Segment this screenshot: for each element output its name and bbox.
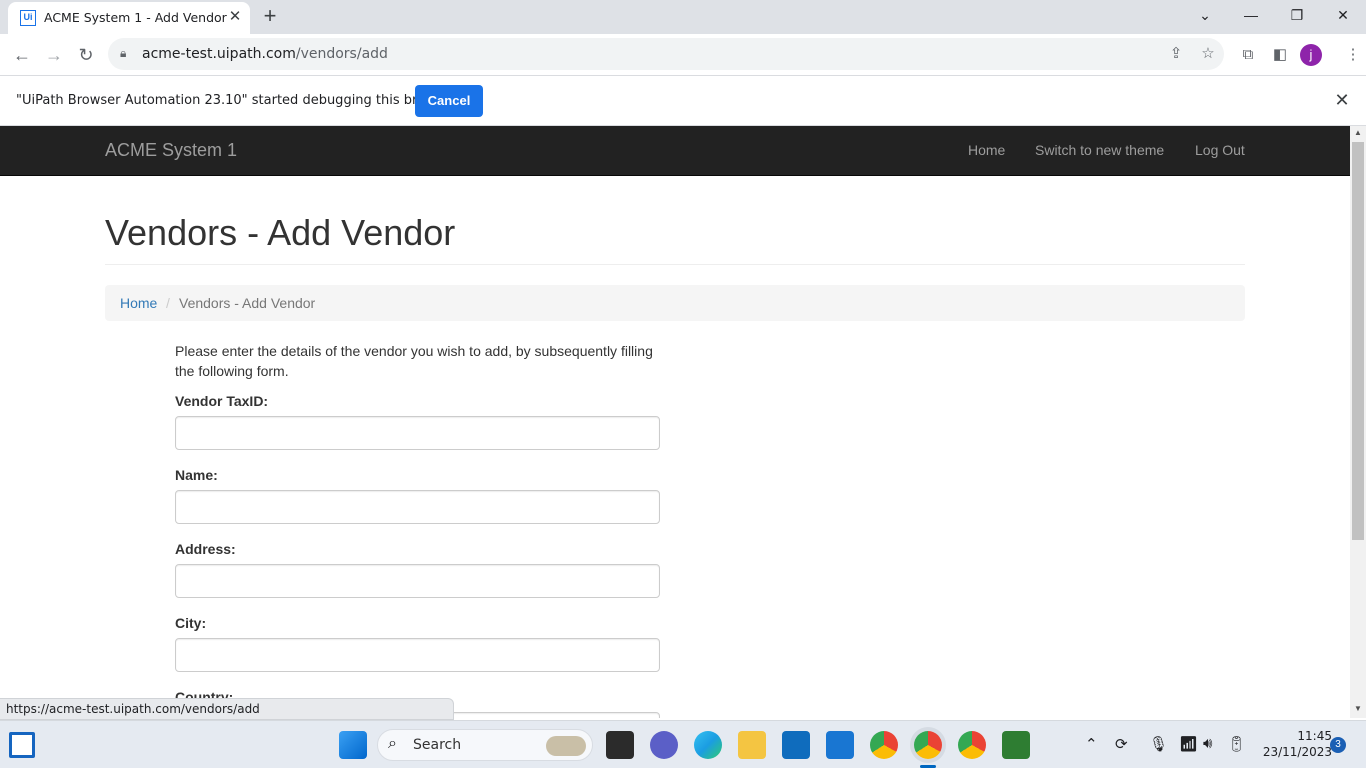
brand-link[interactable]: ACME System 1 — [105, 140, 237, 161]
restore-button[interactable]: ❐ — [1283, 4, 1311, 26]
media-player-icon[interactable] — [1002, 731, 1030, 759]
name-input[interactable] — [175, 490, 660, 524]
extensions-puzzle-icon[interactable]: ⧉ — [1237, 44, 1259, 66]
chrome-profile-icon[interactable] — [870, 731, 898, 759]
nav-logout-link[interactable]: Log Out — [1195, 142, 1245, 158]
volume-icon[interactable]: 🔊︎ — [1203, 735, 1212, 752]
site-navbar: ACME System 1 Home Switch to new theme L… — [0, 126, 1350, 176]
lock-icon[interactable]: 🔒︎ — [120, 46, 126, 61]
infobar-cancel-button[interactable]: Cancel — [415, 85, 483, 117]
bookmark-star-icon[interactable]: ☆ — [1198, 44, 1218, 64]
taskbar-search-label: Search — [413, 737, 462, 753]
browser-tab-strip: Ui ACME System 1 - Add Vendor ✕ + ⌄ — ❐ … — [0, 0, 1366, 34]
teams-chat-icon[interactable] — [650, 731, 678, 759]
url-host: acme-test.uipath.com — [142, 46, 296, 62]
chrome-second-profile-icon[interactable] — [958, 731, 986, 759]
breadcrumb-home-link[interactable]: Home — [120, 295, 157, 311]
page-scrollbar[interactable]: ▲ ▼ — [1350, 126, 1366, 718]
page-viewport: ACME System 1 Home Switch to new theme L… — [0, 126, 1350, 718]
uipath-favicon-icon: Ui — [20, 10, 36, 26]
page-title: Vendors - Add Vendor — [105, 212, 456, 253]
search-icon: ⌕ — [388, 735, 397, 752]
clock-date: 23/11/2023 — [1262, 745, 1332, 759]
taskbar-search[interactable]: ⌕ Search — [377, 729, 593, 761]
url-path: /vendors/add — [295, 46, 388, 62]
share-icon[interactable]: ⇪ — [1166, 44, 1186, 64]
url-text[interactable]: acme-test.uipath.com/vendors/add — [142, 46, 388, 62]
infobar-close-icon[interactable]: ✕ — [1332, 90, 1352, 110]
widgets-icon[interactable] — [9, 732, 35, 758]
title-divider — [105, 264, 1245, 265]
nav-home-link[interactable]: Home — [968, 142, 1005, 158]
address-input[interactable] — [175, 564, 660, 598]
tab-title: ACME System 1 - Add Vendor — [44, 10, 227, 25]
windows-start-icon[interactable] — [339, 731, 367, 759]
forward-arrow-icon[interactable]: → — [41, 42, 67, 68]
status-link-preview: https://acme-test.uipath.com/vendors/add — [0, 698, 454, 720]
clock-time: 11:45 — [1297, 729, 1332, 743]
browser-toolbar: ← → ↻ 🔒︎ acme-test.uipath.com/vendors/ad… — [0, 34, 1366, 76]
nav-switch-theme-link[interactable]: Switch to new theme — [1035, 142, 1164, 158]
edge-browser-icon[interactable] — [694, 731, 722, 759]
kebab-menu-icon[interactable]: ⋮ — [1342, 44, 1364, 66]
infobar-message: "UiPath Browser Automation 23.10" starte… — [16, 93, 456, 108]
name-label: Name: — [175, 467, 218, 483]
uipath-assistant-icon[interactable] — [826, 731, 854, 759]
notification-badge[interactable]: 3 — [1330, 737, 1346, 753]
breadcrumb-current: Vendors - Add Vendor — [179, 295, 316, 311]
close-window-button[interactable]: ✕ — [1329, 4, 1357, 26]
breadcrumb-separator: / — [166, 295, 170, 311]
file-explorer-icon[interactable] — [738, 731, 766, 759]
profile-avatar[interactable]: j — [1300, 44, 1322, 66]
tray-chevron-up-icon[interactable]: ⌃ — [1085, 735, 1098, 753]
scroll-up-arrow-icon[interactable]: ▲ — [1350, 128, 1366, 140]
scroll-down-arrow-icon[interactable]: ▼ — [1350, 704, 1366, 716]
new-tab-button[interactable]: + — [258, 4, 282, 28]
scroll-thumb[interactable] — [1352, 142, 1364, 540]
browser-tab[interactable]: Ui ACME System 1 - Add Vendor ✕ — [8, 2, 250, 34]
reload-icon[interactable]: ↻ — [73, 42, 99, 68]
microphone-icon[interactable]: 🎙︎ — [1149, 735, 1168, 753]
chrome-active-icon[interactable] — [914, 731, 942, 759]
breadcrumb: Home / Vendors - Add Vendor — [105, 285, 1245, 321]
task-view-icon[interactable] — [606, 731, 634, 759]
sync-icon[interactable]: ⟳ — [1115, 735, 1128, 753]
vendor-taxid-input[interactable] — [175, 416, 660, 450]
address-label: Address: — [175, 541, 236, 557]
form-intro-text: Please enter the details of the vendor y… — [175, 343, 653, 379]
tab-close-icon[interactable]: ✕ — [226, 8, 244, 26]
wifi-icon[interactable]: 📶︎ — [1179, 735, 1198, 753]
mail-icon[interactable] — [782, 731, 810, 759]
debugging-infobar: "UiPath Browser Automation 23.10" starte… — [0, 76, 1366, 126]
city-label: City: — [175, 615, 207, 631]
address-bar[interactable]: 🔒︎ acme-test.uipath.com/vendors/add ⇪ ☆ — [108, 38, 1224, 70]
back-arrow-icon[interactable]: ← — [9, 42, 35, 68]
taskbar-clock[interactable]: 11:45 23/11/2023 — [1252, 728, 1332, 760]
windows-taskbar: ⌕ Search ⌃ ⟳ 🎙︎ 📶︎ 🔊︎ 🔋︎ 11:45 23/11/202… — [0, 720, 1366, 768]
tab-search-chevron-icon[interactable]: ⌄ — [1191, 4, 1219, 26]
battery-icon[interactable]: 🔋︎ — [1227, 735, 1246, 753]
side-panel-icon[interactable]: ◧ — [1269, 44, 1291, 66]
city-input[interactable] — [175, 638, 660, 672]
minimize-button[interactable]: — — [1237, 4, 1265, 26]
search-highlight-image — [546, 736, 586, 756]
vendor-taxid-label: Vendor TaxID: — [175, 393, 269, 409]
